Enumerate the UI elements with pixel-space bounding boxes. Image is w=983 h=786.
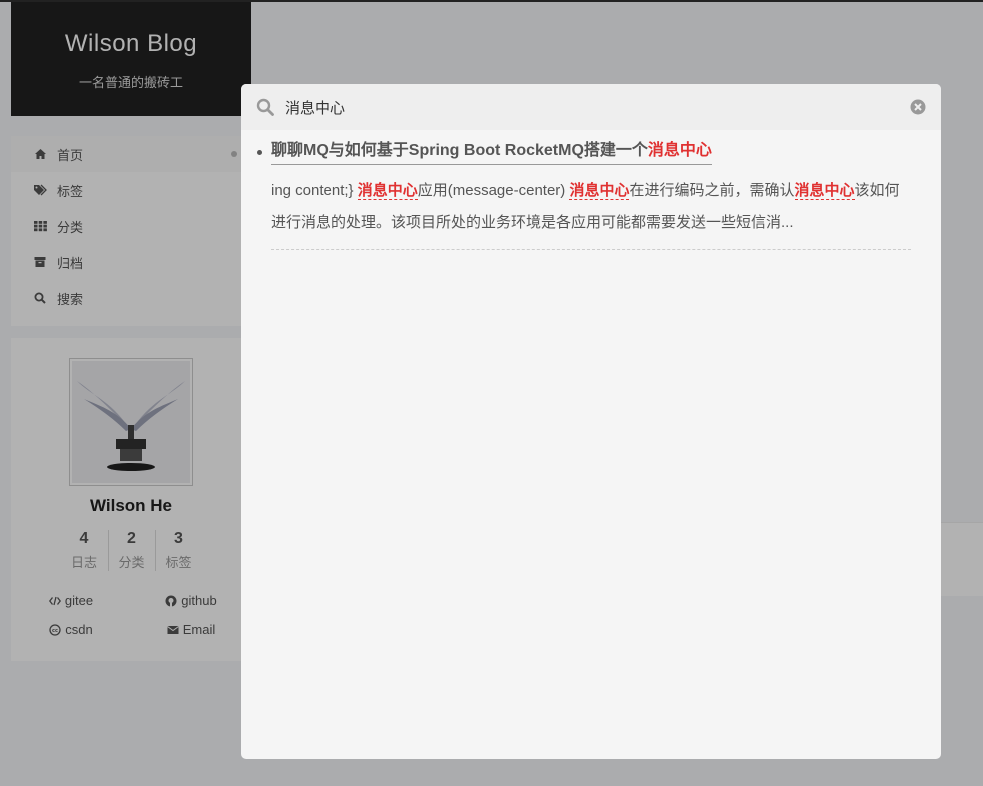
search-highlight: 消息中心 — [647, 142, 712, 159]
result-title-text: 聊聊MQ与如何基于Spring Boot RocketMQ搭建一个 — [271, 142, 648, 159]
excerpt-text: 在进行编码之前，需确认 — [629, 182, 795, 199]
search-highlight: 消息中心 — [357, 182, 418, 200]
search-header — [241, 84, 941, 130]
excerpt-text: 应用(message-center) — [417, 182, 570, 199]
result-title-link[interactable]: 聊聊MQ与如何基于Spring Boot RocketMQ搭建一个消息中心 — [271, 138, 712, 165]
search-result-item: 聊聊MQ与如何基于Spring Boot RocketMQ搭建一个消息中心 in… — [257, 138, 911, 250]
close-icon[interactable] — [909, 98, 927, 116]
search-highlight: 消息中心 — [794, 182, 855, 200]
search-popup: 聊聊MQ与如何基于Spring Boot RocketMQ搭建一个消息中心 in… — [241, 84, 941, 759]
search-highlight: 消息中心 — [569, 182, 630, 200]
excerpt-text: ing content;} — [271, 182, 358, 199]
search-results: 聊聊MQ与如何基于Spring Boot RocketMQ搭建一个消息中心 in… — [241, 130, 941, 250]
result-excerpt: ing content;} 消息中心应用(message-center) 消息中… — [271, 175, 911, 239]
search-icon — [255, 97, 275, 117]
search-input[interactable] — [285, 98, 909, 116]
list-bullet — [257, 150, 262, 155]
